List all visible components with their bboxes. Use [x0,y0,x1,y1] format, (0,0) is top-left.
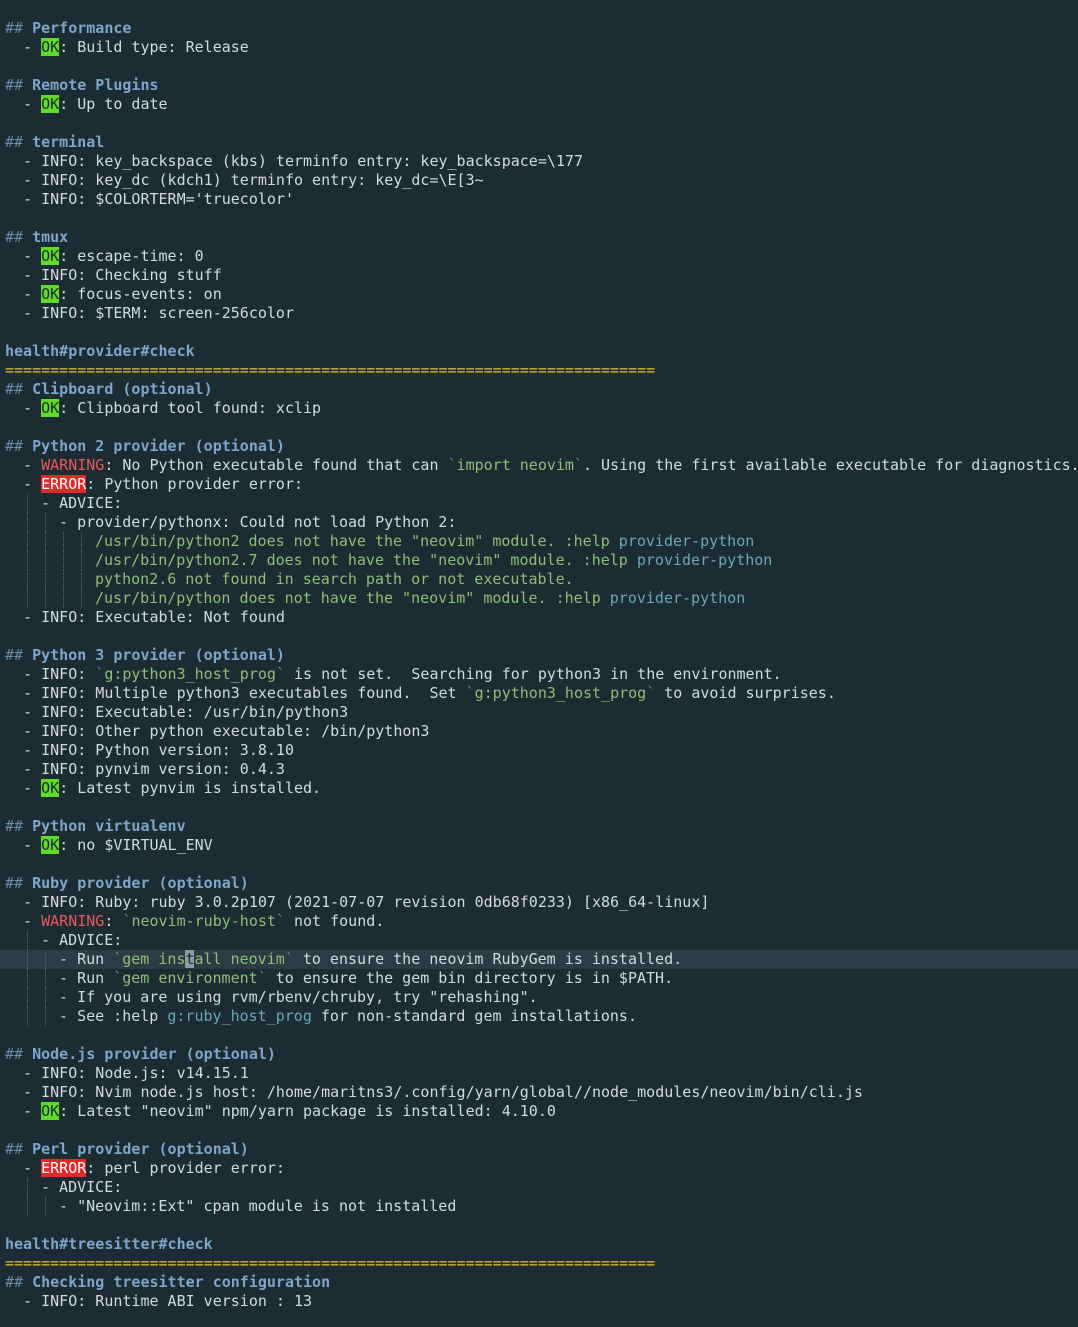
section-header: ## Ruby provider (optional) [5,874,249,892]
info-line: - INFO: `g:python3_host_prog` is not set… [5,665,782,683]
info-line: - INFO: Checking stuff [5,266,222,284]
section-header: ## terminal [5,133,105,151]
indent-guide [27,494,28,513]
ok-badge: OK [41,95,60,113]
check-line: - OK: Latest pynvim is installed. [5,779,322,797]
info-line: - INFO: $TERM: screen-256color [5,304,294,322]
section-header: ## Python virtualenv [5,817,186,835]
warning-line: - WARNING: `neovim-ruby-host` not found. [5,912,385,930]
check-line: - OK: Build type: Release [5,38,249,56]
info-line: - INFO: Node.js: v14.15.1 [5,1064,249,1082]
advice-item: - "Neovim::Ext" cpan module is not insta… [0,1197,1078,1216]
info-line: - INFO: pynvim version: 0.4.3 [5,760,285,778]
check-line: - OK: no $VIRTUAL_ENV [5,836,213,854]
info-line: - INFO: Runtime ABI version : 13 [5,1292,313,1310]
section-header: ## Checking treesitter configuration [5,1273,331,1291]
info-line: - INFO: Executable: Not found [5,608,285,626]
check-line: - OK: escape-time: 0 [5,247,204,265]
section-header: ## Perl provider (optional) [5,1140,249,1158]
warning-line: - WARNING: No Python executable found th… [5,456,1078,474]
section-header: ## Node.js provider (optional) [5,1045,276,1063]
ok-badge: OK [41,247,60,265]
section-header: ## Remote Plugins [5,76,159,94]
section-header: ## Performance [5,19,132,37]
info-line: - INFO: key_dc (kdch1) terminfo entry: k… [5,171,484,189]
info-line: - INFO: Multiple python3 executables fou… [5,684,836,702]
info-line: - INFO: Python version: 3.8.10 [5,741,294,759]
info-line: - INFO: $COLORTERM='truecolor' [5,190,294,208]
info-line: - INFO: Ruby: ruby 3.0.2p107 (2021-07-07… [5,893,710,911]
advice-detail: python2.6 not found in search path or no… [0,570,1078,589]
help-link[interactable]: provider-python [619,532,754,550]
check-line: - OK: Clipboard tool found: xclip [5,399,322,417]
advice-item: - If you are using rvm/rbenv/chruby, try… [0,988,1078,1007]
advice-line: - ADVICE: [0,931,1078,950]
ok-badge: OK [41,285,60,303]
section-header: ## tmux [5,228,69,246]
error-badge: ERROR [41,1159,87,1177]
advice-item: - Run `gem environment` to ensure the ge… [0,969,1078,988]
error-line: - ERROR: Python provider error: [5,475,304,493]
advice-detail: /usr/bin/python2.7 does not have the "ne… [0,551,1078,570]
advice-line: - ADVICE: [0,494,1078,513]
advice-item: - provider/pythonx: Could not load Pytho… [0,513,1078,532]
indent-guide [45,513,46,532]
advice-item: - See :help g:ruby_host_prog for non-sta… [0,1007,1078,1026]
advice-detail: /usr/bin/python does not have the "neovi… [0,589,1078,608]
ok-badge: OK [41,1102,60,1120]
warning-label: WARNING [41,456,105,474]
health-report: ## Performance - OK: Build type: Release… [0,19,1078,1311]
ok-badge: OK [41,779,60,797]
ok-badge: OK [41,399,60,417]
info-line: - INFO: Nvim node.js host: /home/maritns… [5,1083,863,1101]
info-line: - INFO: Other python executable: /bin/py… [5,722,430,740]
section-header: ## Python 2 provider (optional) [5,437,285,455]
ok-badge: OK [41,836,60,854]
cursor-line[interactable]: - Run `gem install neovim` to ensure the… [0,950,1078,969]
help-link[interactable]: provider-python [637,551,772,569]
advice-line: - ADVICE: [0,1178,1078,1197]
check-line: - OK: Latest "neovim" npm/yarn package i… [5,1102,556,1120]
info-line: - INFO: key_backspace (kbs) terminfo ent… [5,152,583,170]
ok-badge: OK [41,38,60,56]
help-link[interactable]: provider-python [610,589,745,607]
error-line: - ERROR: perl provider error: [5,1159,285,1177]
separator-rule: ========================================… [5,1254,656,1272]
indent-guide [27,513,28,532]
section-header: ## Python 3 provider (optional) [5,646,285,664]
check-title: health#treesitter#check [5,1235,213,1253]
section-header: ## Clipboard (optional) [5,380,213,398]
advice-detail: /usr/bin/python2 does not have the "neov… [0,532,1078,551]
warning-label: WARNING [41,912,105,930]
help-link[interactable]: g:ruby_host_prog [167,1007,312,1025]
separator-rule: ========================================… [5,361,656,379]
check-line: - OK: focus-events: on [5,285,222,303]
info-line: - INFO: Executable: /usr/bin/python3 [5,703,349,721]
check-line: - OK: Up to date [5,95,168,113]
check-title: health#provider#check [5,342,195,360]
error-badge: ERROR [41,475,87,493]
